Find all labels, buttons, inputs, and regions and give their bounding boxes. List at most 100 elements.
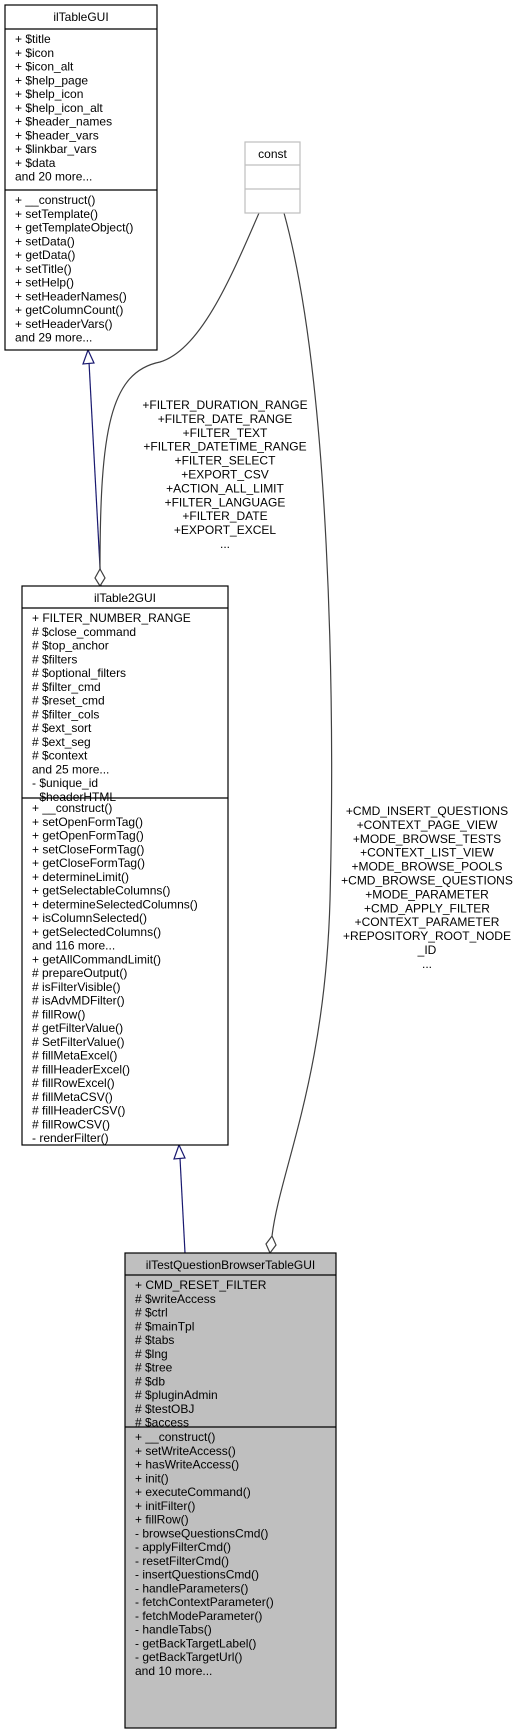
class-attribute: + CMD_RESET_FILTER <box>135 1278 267 1292</box>
class-method: # fillRowCSV() <box>32 1117 110 1131</box>
class-method: - fetchContextParameter() <box>135 1595 274 1609</box>
class-method: # fillHeaderExcel() <box>32 1062 130 1076</box>
class-method: + getSelectableColumns() <box>32 884 170 898</box>
class-attribute: # $filter_cmd <box>32 680 101 694</box>
edge-label-line: ... <box>422 957 432 971</box>
edge-label-line: +ACTION_ALL_LIMIT <box>166 481 284 495</box>
inheritance-arrowhead <box>173 1143 186 1160</box>
class-attribute: and 25 more... <box>32 762 109 776</box>
class-attribute: and 20 more... <box>15 170 92 184</box>
edge-label-line: +EXPORT_EXCEL <box>174 523 276 537</box>
class-method: + determineLimit() <box>32 870 129 884</box>
class-method: - applyFilterCmd() <box>135 1540 231 1554</box>
class-node-iltable2gui[interactable]: ilTable2GUI + FILTER_NUMBER_RANGE# $close… <box>21 585 229 1146</box>
class-attribute: + $help_icon_alt <box>15 101 103 115</box>
class-method: + getCloseFormTag() <box>32 856 145 870</box>
class-method: + setHeaderVars() <box>15 317 112 331</box>
edge-label-line: +CONTEXT_PAGE_VIEW <box>357 818 498 832</box>
class-method: # fillRowExcel() <box>32 1076 115 1090</box>
class-method: - browseQuestionsCmd() <box>135 1526 268 1540</box>
class-method: + setHeaderNames() <box>15 289 127 303</box>
class-method: + setTemplate() <box>15 207 98 221</box>
class-method: # getFilterValue() <box>32 1021 123 1035</box>
class-attribute: # $ext_sort <box>32 721 92 735</box>
class-method: + getSelectedColumns() <box>32 925 161 939</box>
inheritance-arrowhead <box>82 348 95 365</box>
class-name: ilTableGUI <box>53 10 108 24</box>
class-method: + getTemplateObject() <box>15 221 133 235</box>
class-method: # fillMetaExcel() <box>32 1049 117 1063</box>
class-attribute: + FILTER_NUMBER_RANGE <box>32 611 191 625</box>
class-node-iltestquestionbrowsertablegui[interactable]: ilTestQuestionBrowserTableGUI + CMD_RESET… <box>124 1252 337 1729</box>
class-method: and 116 more... <box>32 939 115 953</box>
class-method: - handleTabs() <box>135 1623 212 1637</box>
class-method: + __construct() <box>15 193 95 207</box>
class-method: and 10 more... <box>135 1664 212 1678</box>
class-method: + getAllCommandLimit() <box>32 952 161 966</box>
class-method: + executeCommand() <box>135 1485 251 1499</box>
edge-label-const-members-iltable2gui: +FILTER_DURATION_RANGE+FILTER_DATE_RANGE… <box>142 398 307 551</box>
class-attribute: # $reset_cmd <box>32 694 105 708</box>
class-attribute: + $header_vars <box>15 128 99 142</box>
class-method: and 29 more... <box>15 331 92 345</box>
class-method: # fillHeaderCSV() <box>32 1104 125 1118</box>
class-method: + initFilter() <box>135 1499 195 1513</box>
edge-label-line: +FILTER_SELECT <box>175 454 276 468</box>
class-attribute: + $help_icon <box>15 87 83 101</box>
class-attribute: # $tabs <box>135 1333 174 1347</box>
class-attribute: # $db <box>135 1374 165 1388</box>
class-node-const[interactable]: const <box>244 141 301 214</box>
edge-label-const-members-iltestquestionbrowsertablegui: +CMD_INSERT_QUESTIONS+CONTEXT_PAGE_VIEW+… <box>341 804 513 971</box>
class-method: - handleParameters() <box>135 1581 248 1595</box>
class-method: + setData() <box>15 234 75 248</box>
class-method: - insertQuestionsCmd() <box>135 1568 259 1582</box>
class-method: + getColumnCount() <box>15 303 123 317</box>
edge-label-line: ... <box>220 537 230 551</box>
class-attribute: # $close_command <box>32 625 136 639</box>
class-attribute: + $header_names <box>15 115 112 129</box>
class-method: - getBackTargetUrl() <box>135 1650 242 1664</box>
class-method: # fillMetaCSV() <box>32 1090 113 1104</box>
edge-label-line: +EXPORT_CSV <box>181 468 268 482</box>
class-method: + setCloseFormTag() <box>32 842 144 856</box>
inheritance-edge-iltable2gui-to-iltablegui <box>88 361 102 587</box>
class-method: # fillRow() <box>32 1007 85 1021</box>
class-attribute: + $title <box>15 32 51 46</box>
edge-label-line: +MODE_BROWSE_TESTS <box>353 832 501 846</box>
class-attribute: - $unique_id <box>32 776 98 790</box>
class-method: - renderFilter() <box>32 1131 109 1145</box>
class-method: # isAdvMDFilter() <box>32 994 125 1008</box>
edge-label-line: +MODE_PARAMETER <box>365 887 489 901</box>
class-attribute: # $testOBJ <box>135 1402 194 1416</box>
class-method: # isFilterVisible() <box>32 980 120 994</box>
edge-label-line: +FILTER_DURATION_RANGE <box>142 398 307 412</box>
edge-label-line: +FILTER_DATE_RANGE <box>158 412 293 426</box>
class-attribute: # $writeAccess <box>135 1292 216 1306</box>
class-node-iltablegui[interactable]: ilTableGUI+ $title+ $icon+ $icon_alt+ $h… <box>4 4 158 351</box>
edge-label-line: _ID <box>417 943 437 957</box>
aggregation-diamond <box>94 567 106 588</box>
class-method: + getOpenFormTag() <box>32 829 144 843</box>
edge-label-line: +FILTER_LANGUAGE <box>165 495 286 509</box>
class-nodes: ilTableGUI+ $title+ $icon+ $icon_alt+ $h… <box>4 4 337 1729</box>
class-attribute: + $icon <box>15 46 54 60</box>
edge-label-line: +REPOSITORY_ROOT_NODE <box>343 929 511 943</box>
class-attribute: + $data <box>15 156 56 170</box>
class-attribute: + $help_page <box>15 73 88 87</box>
edge-label-line: +FILTER_DATETIME_RANGE <box>143 440 306 454</box>
class-method: + fillRow() <box>135 1513 189 1527</box>
class-attribute: # $ext_seg <box>32 735 91 749</box>
class-method: + determineSelectedColumns() <box>32 897 198 911</box>
aggregation-diamond <box>265 1234 277 1255</box>
edge-label-line: +CMD_APPLY_FILTER <box>364 901 490 915</box>
class-attribute: # $top_anchor <box>32 639 109 653</box>
class-method: + setWriteAccess() <box>135 1444 236 1458</box>
class-attribute: # $pluginAdmin <box>135 1388 218 1402</box>
class-method: # SetFilterValue() <box>32 1035 124 1049</box>
class-name: const <box>258 147 287 161</box>
edge-label-line: +CMD_BROWSE_QUESTIONS <box>341 874 513 888</box>
edge-label-line: +MODE_BROWSE_POOLS <box>351 860 502 874</box>
class-attribute: # $access <box>135 1416 189 1430</box>
class-attribute: # $ctrl <box>135 1306 168 1320</box>
class-method: + hasWriteAccess() <box>135 1458 239 1472</box>
